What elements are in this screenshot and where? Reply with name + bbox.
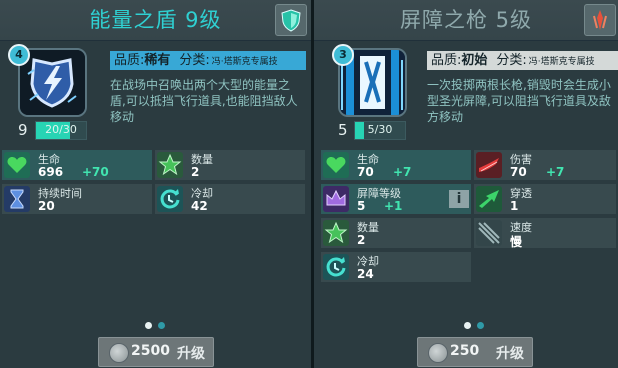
stat-value: 2 xyxy=(191,165,200,179)
skill-level-number: 5 xyxy=(338,121,348,139)
skill-panel-energy-shield: 能量之盾 9级 4 9 20/30 品质:稀有 分类: 冯·塔斯克专属技 在战场中召… xyxy=(0,0,311,368)
stat-duration: 持续时间 20 xyxy=(2,184,152,214)
page-dot[interactable] xyxy=(158,322,165,329)
info-button[interactable]: i xyxy=(449,190,469,208)
page-dot-active[interactable] xyxy=(464,322,471,329)
stat-pierce: 穿透 1 xyxy=(474,184,616,214)
quality-label: 品质: xyxy=(114,53,145,68)
stat-cooldown: 冷却 24 xyxy=(321,252,471,282)
stat-value: 70 xyxy=(357,165,374,179)
stat-value: 20 xyxy=(38,199,55,213)
hourglass-icon xyxy=(4,186,30,212)
quality-value: 稀有 xyxy=(144,53,171,68)
skill-description: 一次投掷两根长枪,销毁时会生成小型圣光屏障,可以阻挡飞行道具及敌方移动 xyxy=(427,78,611,124)
stat-value: 2 xyxy=(357,233,366,247)
category-label: 分类: xyxy=(179,53,210,68)
upgrade-button[interactable]: 250 升级 xyxy=(417,337,533,367)
stat-count: 数量 2 xyxy=(321,218,471,248)
stat-health: 生命 70 +7 xyxy=(321,150,471,180)
stat-value: 24 xyxy=(357,267,374,281)
skill-level-badge: 3 xyxy=(332,44,354,66)
stat-bonus: +70 xyxy=(82,165,109,179)
stat-value: 70 xyxy=(510,165,527,179)
skill-title: 能量之盾 9级 xyxy=(89,8,222,32)
coin-icon xyxy=(109,343,129,363)
star-icon xyxy=(157,152,183,178)
category-label: 分类: xyxy=(496,53,527,68)
skill-progress-text: 5/30 xyxy=(367,123,393,136)
upgrade-label: 升级 xyxy=(496,346,524,362)
stat-value: 慢 xyxy=(510,235,523,248)
page-dot[interactable] xyxy=(477,322,484,329)
skill-panel-barrier-spear: 屏障之枪 5级 3 5 5/30 品质:初始 分类: 冯·塔斯克专属技 一次投掷两根… xyxy=(314,0,618,368)
stat-value: 42 xyxy=(191,199,208,213)
stat-count: 数量 2 xyxy=(155,150,305,180)
coin-icon xyxy=(428,343,448,363)
stat-health: 生命 696 +70 xyxy=(2,150,152,180)
panel-header: 能量之盾 9级 xyxy=(0,0,311,41)
spear-icon[interactable] xyxy=(584,4,616,36)
quality-row: 品质:初始 分类: 冯·塔斯克专属技 xyxy=(427,51,618,70)
heart-icon xyxy=(323,152,349,178)
stat-value: 5 xyxy=(357,199,366,213)
stat-cooldown: 冷却 42 xyxy=(155,184,305,214)
skill-progress-text: 20/30 xyxy=(45,123,77,136)
crown-icon xyxy=(323,186,349,212)
panel-header: 屏障之枪 5级 xyxy=(314,0,618,41)
skill-title: 屏障之枪 5级 xyxy=(399,8,533,32)
upgrade-cost: 2500 xyxy=(131,343,170,359)
shield-icon[interactable] xyxy=(275,4,307,36)
stat-damage: 伤害 70 +7 xyxy=(474,150,616,180)
skill-progress-bar: 5/30 xyxy=(354,121,406,140)
stat-bonus: +7 xyxy=(546,165,565,179)
quality-value: 初始 xyxy=(461,53,488,68)
speed-icon xyxy=(476,220,502,246)
quality-label: 品质: xyxy=(431,53,462,68)
heart-icon xyxy=(4,152,30,178)
skill-progress-bar: 20/30 xyxy=(35,121,87,140)
upgrade-label: 升级 xyxy=(177,346,205,362)
stat-barrier-level: 屏障等级 5 +1 i xyxy=(321,184,471,214)
upgrade-button[interactable]: 2500 升级 xyxy=(98,337,214,367)
category-value: 冯·塔斯克专属技 xyxy=(211,57,278,67)
stat-value: 696 xyxy=(38,165,64,179)
pierce-icon xyxy=(476,186,502,212)
damage-icon xyxy=(476,152,502,178)
stat-speed: 速度 慢 xyxy=(474,218,616,248)
cooldown-icon xyxy=(157,186,183,212)
skill-level-badge: 4 xyxy=(8,44,30,66)
skill-level-number: 9 xyxy=(18,121,28,139)
category-value: 冯·塔斯克专属技 xyxy=(528,57,595,67)
star-icon xyxy=(323,220,349,246)
stat-bonus: +1 xyxy=(384,199,403,213)
cooldown-icon xyxy=(323,254,349,280)
page-dot-active[interactable] xyxy=(145,322,152,329)
quality-row: 品质:稀有 分类: 冯·塔斯克专属技 xyxy=(110,51,306,70)
skill-description: 在战场中召唤出两个大型的能量之盾,可以抵挡飞行道具,也能阻挡敌人移动 xyxy=(110,78,298,124)
stat-value: 1 xyxy=(510,199,519,213)
stat-bonus: +7 xyxy=(393,165,412,179)
upgrade-cost: 250 xyxy=(450,343,480,359)
